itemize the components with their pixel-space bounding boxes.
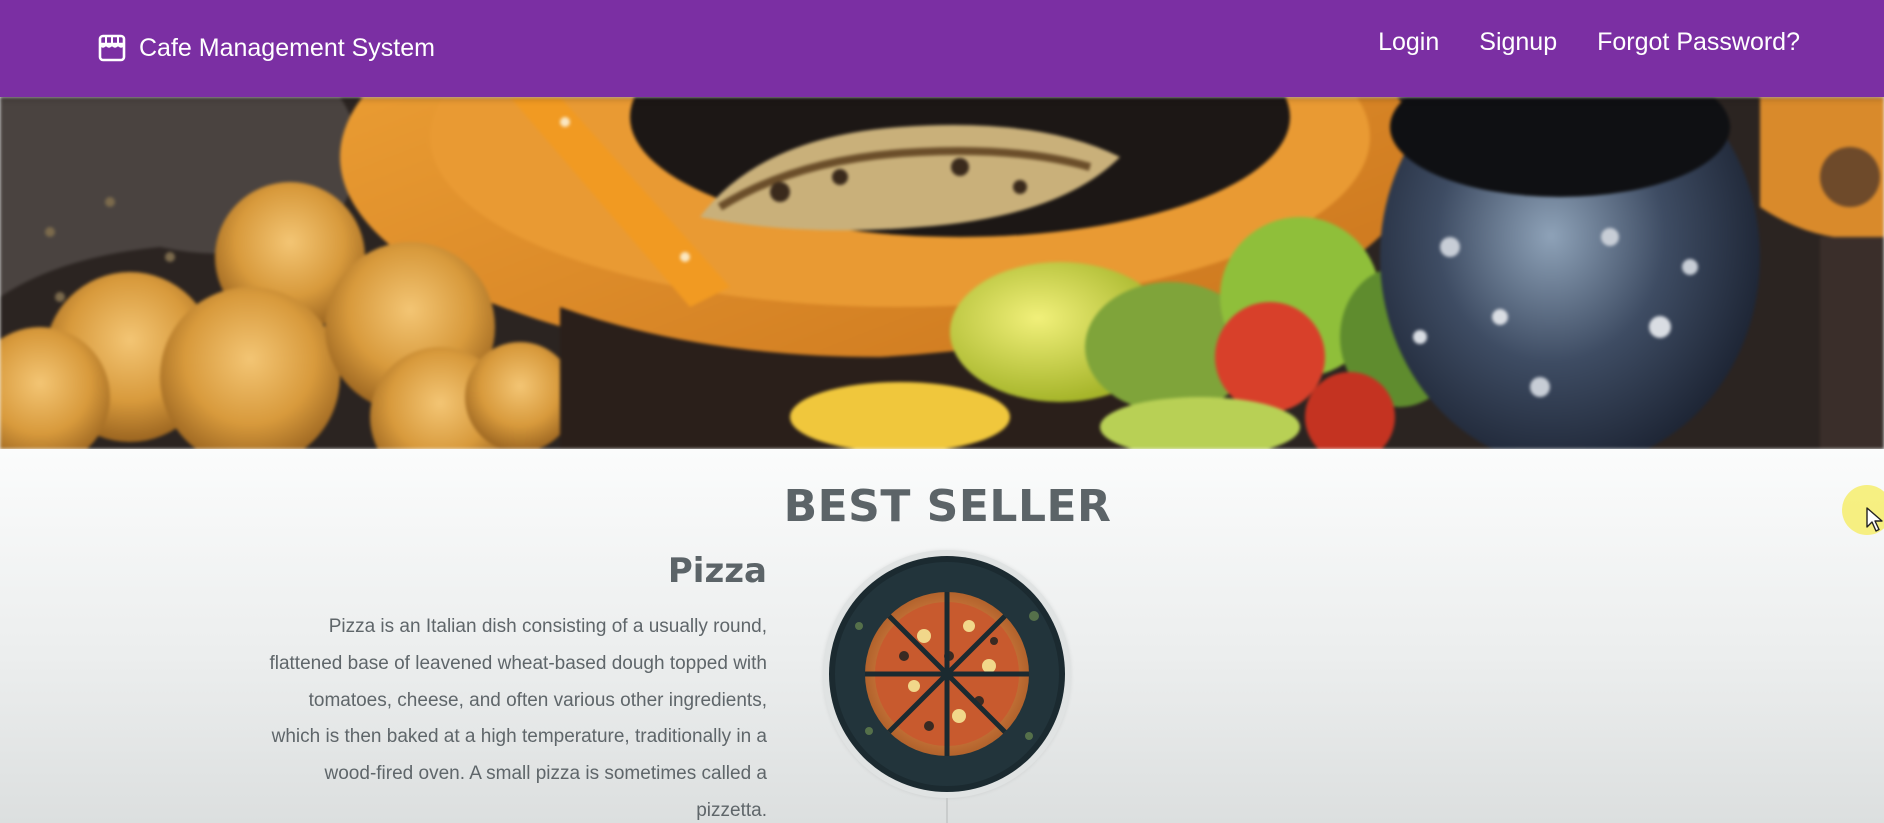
pizza-image: [823, 550, 1071, 798]
product-name: Pizza: [667, 551, 767, 591]
store-icon: [97, 33, 127, 63]
top-navbar: Cafe Management System Login Signup Forg…: [0, 0, 1884, 97]
section-title: BEST SELLER: [783, 481, 1112, 532]
forgot-password-link[interactable]: Forgot Password?: [1597, 28, 1800, 57]
hero-banner-image: [0, 97, 1884, 449]
best-seller-section: BEST SELLER Pizza Pizza is an Italian di…: [0, 449, 1884, 823]
signup-link[interactable]: Signup: [1479, 28, 1557, 57]
mouse-pointer-icon: [1866, 507, 1884, 538]
product-description: Pizza is an Italian dish consisting of a…: [269, 616, 767, 821]
nav-links: Login Signup Forgot Password?: [1378, 28, 1800, 57]
page: Cafe Management System Login Signup Forg…: [0, 0, 1884, 823]
brand-link[interactable]: Cafe Management System: [97, 30, 435, 66]
timeline-divider: [946, 798, 948, 823]
brand-title: Cafe Management System: [139, 33, 435, 62]
login-link[interactable]: Login: [1378, 28, 1439, 57]
